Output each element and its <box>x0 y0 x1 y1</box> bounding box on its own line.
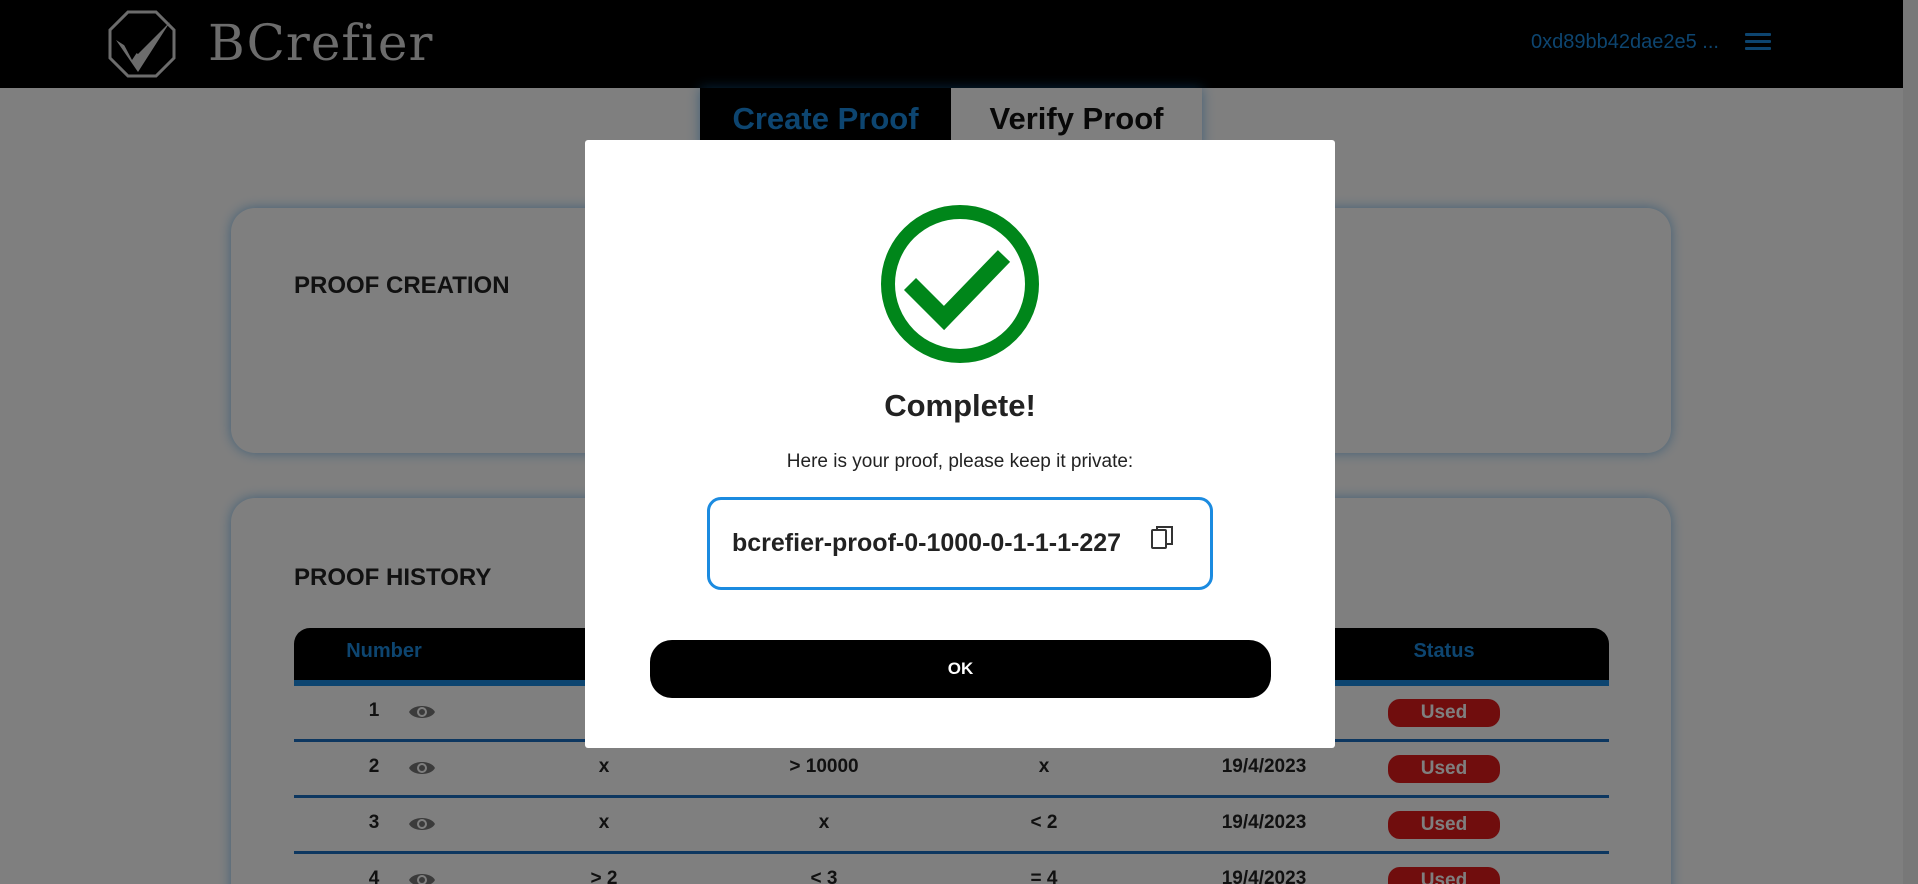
copy-icon[interactable] <box>1150 525 1174 553</box>
proof-value[interactable]: bcrefier-proof-0-1000-0-1-1-1-227 <box>732 529 1121 558</box>
dialog-message: Here is your proof, please keep it priva… <box>786 451 1134 472</box>
dialog-title: Complete! <box>884 388 1036 423</box>
app-page: BCrefier 0xd89bb42dae2e5 ... Create Proo… <box>0 0 1918 884</box>
check-circle-icon <box>881 205 1039 363</box>
ok-button[interactable]: OK <box>650 640 1271 698</box>
proof-complete-dialog: Complete! Here is your proof, please kee… <box>585 140 1335 748</box>
proof-output-box[interactable]: bcrefier-proof-0-1000-0-1-1-1-227 <box>707 497 1213 590</box>
